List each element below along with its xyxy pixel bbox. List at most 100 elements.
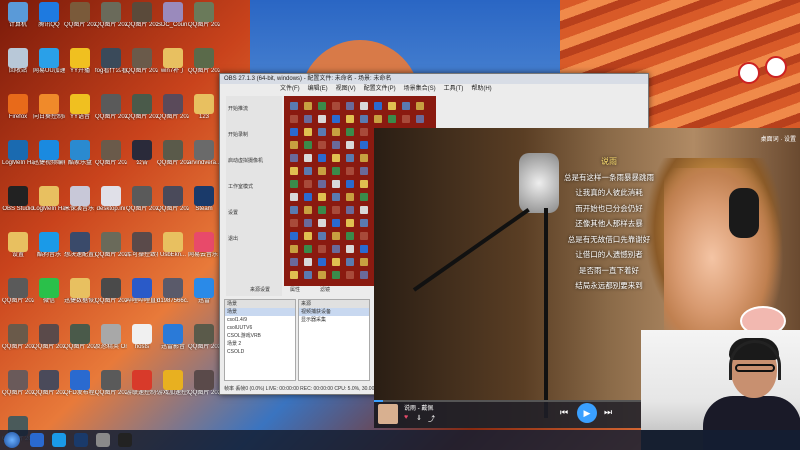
- obs-control-button[interactable]: 退出: [226, 226, 282, 252]
- tray-app-icon[interactable]: [738, 62, 760, 84]
- play-button[interactable]: ▶: [577, 403, 597, 423]
- desktop-icon[interactable]: 腾讯QQ: [33, 0, 65, 29]
- desktop-icon[interactable]: QQ图片 20220313...: [188, 368, 220, 397]
- scene-item[interactable]: CSOL游戏VRB: [225, 332, 295, 340]
- desktop-icon[interactable]: YY语音: [64, 92, 96, 121]
- desktop-icon[interactable]: QQ图片 20220120...: [126, 92, 158, 121]
- desktop-icon[interactable]: UsbEkn...: [157, 230, 189, 259]
- desktop-icon[interactable]: QQ图片 20220126...: [126, 184, 158, 213]
- obs-menu-item[interactable]: 帮助(H): [471, 86, 491, 92]
- desktop-icon[interactable]: fog看什么看 图.png: [95, 46, 127, 75]
- desktop-icon[interactable]: QQ图片 2022019...: [126, 0, 158, 29]
- desktop-icon[interactable]: 哔哩哔哩直播姬: [126, 276, 158, 305]
- desktop-icon[interactable]: QQ图片 20220204...: [157, 92, 189, 121]
- desktop-icon[interactable]: QQ图片 20220325...: [188, 46, 220, 75]
- desktop-icon[interactable]: 反恐精英 Online: [95, 322, 127, 351]
- source-item[interactable]: 显示器采集: [299, 316, 369, 324]
- desktop-icon[interactable]: YY开播: [64, 46, 96, 75]
- desktop-icon[interactable]: 设置: [2, 230, 34, 259]
- obs-control-button[interactable]: 设置: [226, 200, 282, 226]
- obs-menu-item[interactable]: 文件(F): [280, 86, 300, 92]
- obs-control-button[interactable]: 开始推流: [226, 96, 282, 122]
- desktop-icon[interactable]: QQ图片 20211224...: [95, 92, 127, 121]
- download-icon[interactable]: ⇓: [416, 414, 422, 422]
- obs-control-button[interactable]: 启动虚拟摄像机: [226, 148, 282, 174]
- desktop-icon[interactable]: QQ图片 20220111...: [157, 138, 189, 167]
- share-icon[interactable]: ⤴: [428, 414, 435, 424]
- desktop-icon[interactable]: d1987566c...: [157, 276, 189, 305]
- desktop-icon[interactable]: 迅雷: [188, 276, 220, 305]
- desktop-icon[interactable]: 123: [188, 92, 220, 121]
- source-item[interactable]: 视频捕获设备: [299, 308, 369, 316]
- desktop-icon[interactable]: 酷家乐盘: [64, 138, 96, 167]
- desktop-icon[interactable]: arvindvera...: [188, 138, 220, 167]
- desktop-icon[interactable]: 游联速控制平台: [126, 368, 158, 397]
- album-cover[interactable]: [378, 404, 398, 424]
- scene-item[interactable]: csolUUTV6: [225, 324, 295, 332]
- desktop-icon[interactable]: win7补丁: [157, 46, 189, 75]
- desktop-icon[interactable]: QQ图片 20220303...: [33, 322, 65, 351]
- desktop-icon[interactable]: 公告: [126, 138, 158, 167]
- ie-button[interactable]: [30, 433, 44, 447]
- obs-menu-item[interactable]: 场景集合(S): [404, 86, 436, 92]
- scene-item[interactable]: csol1.4/9: [225, 316, 295, 324]
- obs-button[interactable]: [118, 433, 132, 447]
- desktop-icon[interactable]: 迅捷数据恢复: [64, 276, 96, 305]
- desktop-icon[interactable]: QQ图片 20220327...: [188, 0, 220, 29]
- desktop-icon[interactable]: 酷狗音乐: [33, 230, 65, 259]
- obs-tab[interactable]: 来源设置: [250, 287, 270, 293]
- desktop-icon[interactable]: QQ图片 20211203...: [95, 368, 127, 397]
- desktop-icon[interactable]: Steam: [188, 184, 220, 213]
- desktop-icon[interactable]: 想决速配置置.png: [64, 230, 96, 259]
- desktop-icon[interactable]: LogMeIn Hamachi: [2, 138, 34, 167]
- obs-menu-item[interactable]: 配置文件(P): [364, 86, 396, 92]
- scene-item[interactable]: 场景 2: [225, 340, 295, 348]
- desktop-icon[interactable]: QQ图片 20220118...: [2, 322, 34, 351]
- desktop-icon[interactable]: 迅雷影音: [157, 322, 189, 351]
- obs-control-button[interactable]: 工作室模式: [226, 174, 282, 200]
- start-button[interactable]: [4, 432, 20, 448]
- next-track-icon[interactable]: ⏭: [604, 407, 612, 418]
- obs-control-button[interactable]: 开始录制: [226, 122, 282, 148]
- desktop-icon[interactable]: Firefox: [2, 92, 34, 121]
- desktop-icon[interactable]: 米保演音乐 png: [64, 184, 96, 213]
- desktop-icon[interactable]: QQ图片 20220263...: [95, 276, 127, 305]
- desktop-icon[interactable]: QQ图片 20220124...: [126, 46, 158, 75]
- desktop-icon[interactable]: 网易UU加速器: [33, 46, 65, 75]
- desktop-icon[interactable]: QQ图片 20220105...: [2, 276, 34, 305]
- desktop-icon[interactable]: QQ图片 20220119...: [188, 322, 220, 351]
- desktop-icon[interactable]: 迅捷视频编辑: [33, 138, 65, 167]
- obs-tab[interactable]: 属性: [290, 287, 300, 293]
- prev-track-icon[interactable]: ⏮: [560, 407, 568, 418]
- scene-item[interactable]: CSOLD: [225, 348, 295, 356]
- cs-button[interactable]: [96, 433, 110, 447]
- desktop-icon[interactable]: SDC_Coun... Online: [157, 0, 189, 29]
- desktop-icon[interactable]: desktop.ini: [95, 184, 127, 213]
- desktop-icon[interactable]: QQ图片 20220331...: [33, 368, 65, 397]
- desktop-icon[interactable]: LogMeIn Hamachi: [33, 184, 65, 213]
- desktop-icon[interactable]: QQ图片 20220107...: [95, 138, 127, 167]
- desktop-icon[interactable]: 计算机: [2, 0, 34, 29]
- desktop-icon[interactable]: QQ图片 2022016...: [95, 0, 127, 29]
- desktop-icon[interactable]: QFD发布程序: [64, 368, 96, 397]
- obs-tab[interactable]: 滤镜: [320, 287, 330, 293]
- desktop-icon[interactable]: 回收站: [2, 46, 34, 75]
- player-top-controls[interactable]: 桌面词 · 设置: [761, 134, 796, 143]
- kugou-button[interactable]: [52, 433, 66, 447]
- desktop-icon[interactable]: QQ图片 20220326...: [64, 322, 96, 351]
- desktop-icon[interactable]: 网易云音乐 工具: [188, 230, 220, 259]
- desktop-icon[interactable]: QQ图片 20211212...: [64, 0, 96, 29]
- desktop-icon[interactable]: QQ图片 20220408...: [157, 184, 189, 213]
- desktop-icon[interactable]: 游戏加速控制平台: [157, 368, 189, 397]
- desktop-icon[interactable]: hosts: [126, 322, 158, 351]
- obs-menu-item[interactable]: 视图(V): [336, 86, 356, 92]
- desktop-icon[interactable]: QQ图片 2022011...: [95, 230, 127, 259]
- steam-button[interactable]: [74, 433, 88, 447]
- desktop-icon[interactable]: OBS Studio: [2, 184, 34, 213]
- desktop-icon[interactable]: 向日葵控制端: [33, 92, 65, 121]
- desktop-icon[interactable]: 微信: [33, 276, 65, 305]
- scene-item[interactable]: 场景: [225, 308, 295, 316]
- desktop-icon[interactable]: 库可操控致界标 祝贺.png: [126, 230, 158, 259]
- like-heart-icon[interactable]: ♥: [404, 414, 408, 421]
- obs-menu-item[interactable]: 编辑(E): [308, 86, 328, 92]
